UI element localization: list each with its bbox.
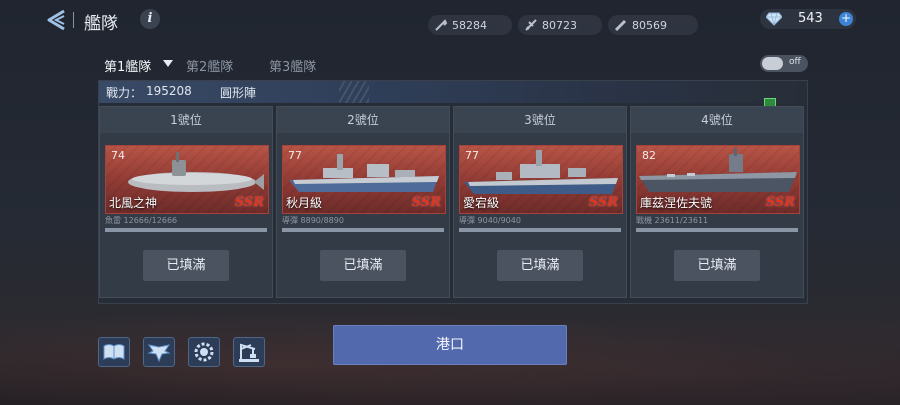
ammo-bar [105,228,267,232]
filled-button[interactable]: 已填滿 [497,250,583,281]
crane-icon [239,343,259,362]
add-gems-button[interactable]: + [839,12,853,26]
ship-card[interactable]: 77 秋月級 SSR [282,145,446,214]
book-icon [103,344,125,360]
fleet-power-bar: 戰力： 195208 圓形陣 [99,81,807,103]
power-label: 戰力： [106,86,143,100]
rarity-badge: SSR [765,195,795,210]
ammo-fill [636,228,798,232]
top-bar: 艦隊 i 58284 80723 80569 543 + [0,0,900,40]
fleet-slot-1: 1號位 74 北風之神 SSR 魚雷 12666/12666 已填滿 [99,106,273,298]
ship-level: 74 [111,149,125,162]
power-value: 195208 [146,84,192,98]
info-button[interactable]: i [140,9,160,29]
crane-button[interactable] [233,337,265,367]
wings-badge-icon [147,344,171,363]
back-button[interactable] [44,9,68,31]
rarity-badge: SSR [588,195,618,210]
book-button[interactable] [98,337,130,367]
ammo-text: 戰機 23611/23611 [636,216,709,225]
fleet-slot-2: 2號位 77 秋月級 SSR 導彈 8890/8890 已填滿 [276,106,450,298]
filled-button[interactable]: 已填滿 [320,250,406,281]
dropdown-arrow-icon[interactable] [163,60,173,67]
wrench-icon [435,19,448,31]
ammo-fill [105,228,267,232]
tab-fleet-3[interactable]: 第3艦隊 [269,56,316,75]
tab-fleet-2[interactable]: 第2艦隊 [186,56,233,75]
ship-name: 北風之神 [109,196,158,210]
gear-icon [194,342,214,362]
slot-label: 3號位 [454,107,626,133]
settings-button[interactable] [188,337,220,367]
rarity-badge: SSR [234,195,264,210]
rank-button[interactable] [143,337,175,367]
filled-button[interactable]: 已填滿 [674,250,760,281]
resource-wrench: 58284 [428,15,512,35]
missile-icon [614,19,627,32]
fleet-slot-3: 3號位 77 愛宕級 SSR 導彈 9040/9040 已填滿 [453,106,627,298]
ammo-bar [459,228,621,232]
resource-value: 80723 [542,19,577,32]
diamond-icon [766,12,782,26]
title-divider [73,12,74,28]
gem-value: 543 [798,11,823,26]
filled-button[interactable]: 已填滿 [143,250,229,281]
ship-level: 82 [642,149,656,162]
ammo-text: 導彈 9040/9040 [459,216,521,225]
ammo-fill [282,228,444,232]
tab-fleet-1[interactable]: 第1艦隊 [104,56,151,75]
ammo-text: 導彈 8890/8890 [282,216,344,225]
slot-label: 2號位 [277,107,449,133]
port-button[interactable]: 港口 [333,325,567,365]
ship-name: 庫茲涅佐夫號 [640,196,713,210]
auto-toggle[interactable]: off [760,55,808,72]
slot-label: 1號位 [100,107,272,133]
ship-level: 77 [465,149,479,162]
back-arrow-icon [47,9,65,31]
ship-card[interactable]: 74 北風之神 SSR [105,145,269,214]
gem-counter: 543 + [760,9,856,29]
ammo-text: 魚雷 12666/12666 [105,216,178,225]
ammo-fill [459,228,621,232]
slot-label: 4號位 [631,107,803,133]
resource-value: 80569 [632,19,667,32]
toggle-knob [762,57,783,70]
ammo-bar [636,228,798,232]
resource-aircraft: 80723 [518,15,602,35]
formation-label[interactable]: 圓形陣 [220,84,256,101]
aircraft-icon [525,19,537,31]
ship-name: 愛宕級 [463,196,500,210]
power-bar-stripe [339,81,369,103]
ship-level: 77 [288,149,302,162]
ammo-bar [282,228,444,232]
ship-card[interactable]: 77 愛宕級 SSR [459,145,623,214]
resource-value: 58284 [452,19,487,32]
page-title: 艦隊 [84,14,118,34]
resource-missile: 80569 [608,15,698,35]
ship-card[interactable]: 82 庫茲涅佐夫號 SSR [636,145,800,214]
fleet-slot-4: 4號位 82 庫茲涅佐夫號 SSR 戰機 23611/23611 已填滿 [630,106,804,298]
toggle-label: off [789,57,801,67]
rarity-badge: SSR [411,195,441,210]
ship-name: 秋月級 [286,196,323,210]
